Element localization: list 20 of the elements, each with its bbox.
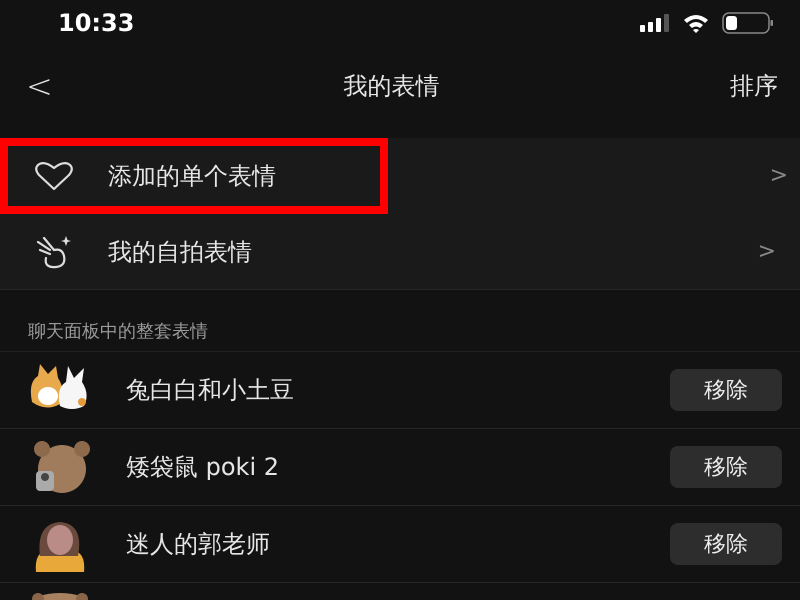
remove-button[interactable]: 移除 [670,523,782,565]
section-title: 聊天面板中的整套表情 [0,290,800,352]
chevron-icon: > [770,163,788,188]
remove-button[interactable]: 移除 [670,446,782,488]
menu-label: 添加的单个表情 [108,160,277,192]
wifi-icon [682,13,710,33]
remove-button[interactable]: 移除 [670,369,782,411]
heart-icon [34,160,74,192]
signal-icon [640,14,670,32]
page-title: 我的表情 [343,71,440,102]
status-time: 10:33 [58,9,134,37]
menu-label: 我的自拍表情 [108,236,253,268]
sort-button[interactable]: 排序 [730,70,778,102]
menu-item[interactable]: 我的自拍表情 > [0,214,800,290]
sticker-pack-name: 兔白白和小土豆 [126,375,295,406]
sticker-pack-name: 迷人的郭老师 [126,529,271,560]
back-button[interactable]: < [26,67,53,105]
chevron-icon: > [758,239,776,264]
sticker-pack-name: 矮袋鼠 poki 2 [126,452,280,483]
battery-icon [722,12,774,34]
